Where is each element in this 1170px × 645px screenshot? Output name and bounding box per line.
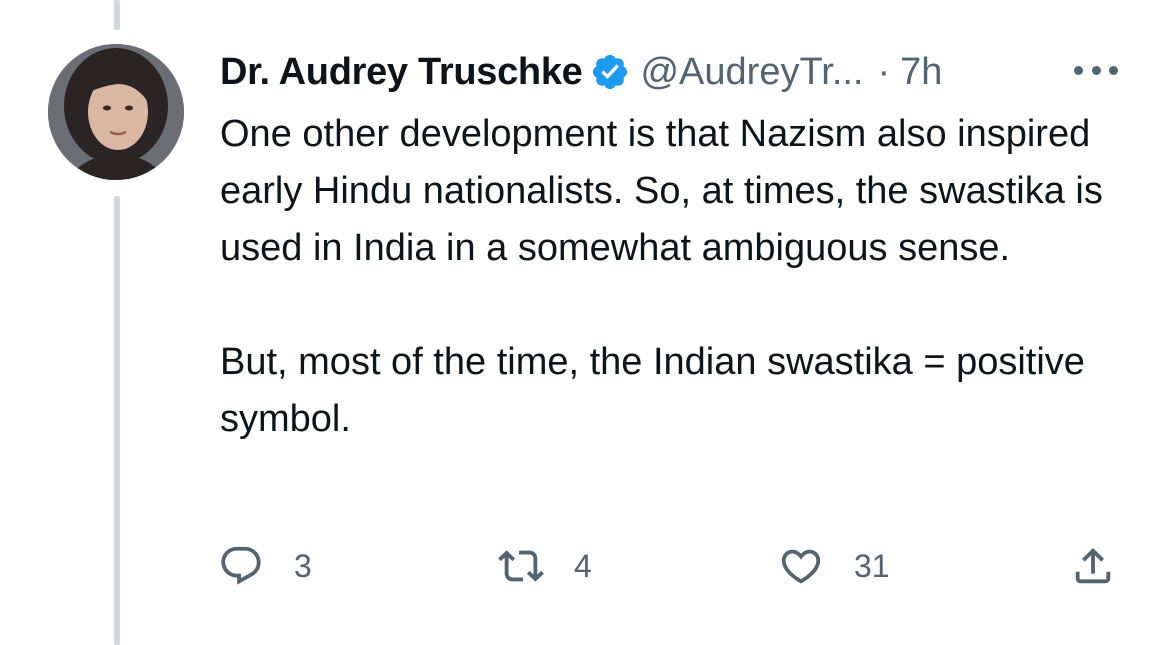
thread-line-top <box>114 0 120 30</box>
author-handle[interactable]: @AudreyTr... <box>640 46 863 98</box>
like-count: 31 <box>854 547 890 584</box>
more-dot <box>1074 65 1083 75</box>
tweet-paragraph: But, most of the time, the Indian swasti… <box>220 341 1085 440</box>
reply-button[interactable]: 3 <box>218 540 312 592</box>
tweet-actions: 3 4 31 <box>0 540 1170 592</box>
like-button[interactable]: 31 <box>778 540 890 592</box>
more-dot <box>1091 65 1101 75</box>
more-options-icon[interactable] <box>1074 58 1118 82</box>
timestamp[interactable]: 7h <box>900 46 942 98</box>
separator-dot: · <box>877 51 891 93</box>
reply-count: 3 <box>294 547 312 584</box>
avatar-image <box>48 44 184 180</box>
tweet-header: Dr. Audrey Truschke @AudreyTr... · 7h <box>220 46 942 98</box>
share-button[interactable] <box>1070 540 1116 592</box>
retweet-count: 4 <box>574 547 592 584</box>
avatar[interactable] <box>48 44 184 180</box>
tweet-paragraph: One other development is that Nazism als… <box>220 113 1103 269</box>
reply-icon <box>218 543 264 589</box>
display-name[interactable]: Dr. Audrey Truschke <box>220 46 583 98</box>
retweet-button[interactable]: 4 <box>498 540 592 592</box>
share-icon <box>1070 543 1116 589</box>
retweet-icon <box>498 543 544 589</box>
heart-icon <box>778 543 824 589</box>
verified-badge-icon <box>590 52 630 92</box>
tweet-text: One other development is that Nazism als… <box>220 106 1120 448</box>
more-dot <box>1109 65 1118 75</box>
